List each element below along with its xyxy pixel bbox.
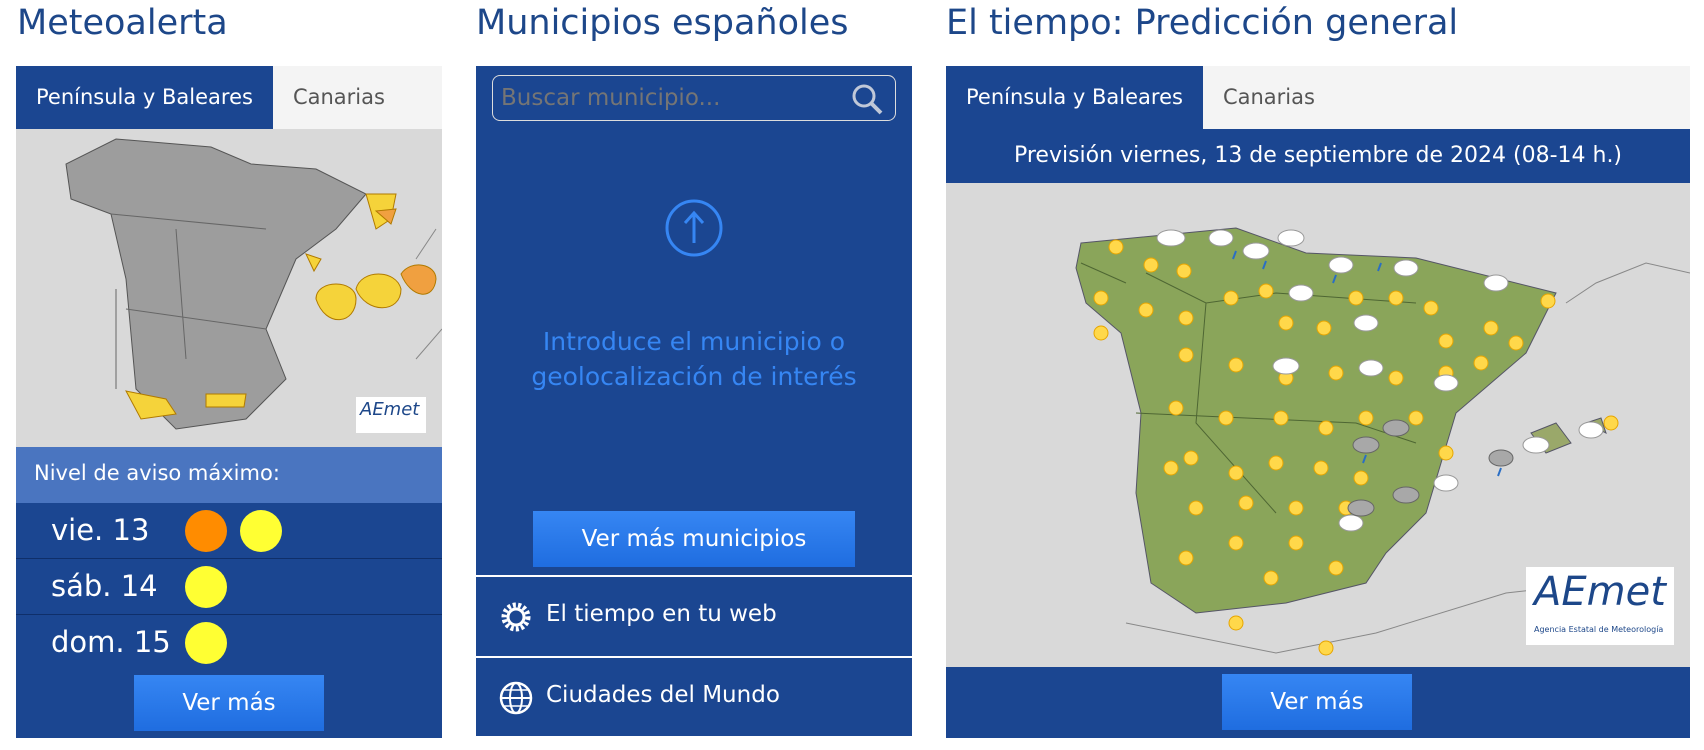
tab-peninsula[interactable]: Península y Baleares [946,66,1203,129]
ver-mas-municipios-button[interactable]: Ver más municipios [533,511,855,567]
yellow-level-icon [185,566,227,608]
link-label: Ciudades del Mundo [546,682,780,708]
nivel-header: Nivel de aviso máximo: [16,447,442,503]
tab-peninsula[interactable]: Península y Baleares [16,66,273,129]
search-icon[interactable] [850,82,884,116]
geolocation-arrow-icon[interactable] [664,198,724,258]
aemet-logo: AEmet [356,397,426,433]
day-label: vie. 13 [51,513,150,547]
aemet-logo: AEmet Agencia Estatal de Meteorología [1526,567,1674,645]
globe-icon [499,681,533,715]
forecast-subtitle: Previsión viernes, 13 de septiembre de 2… [1013,143,1623,168]
yellow-level-icon [240,510,282,552]
prediccion-title: El tiempo: Predicción general [946,3,1459,43]
prompt-line-1: Introduce el municipio o [542,327,846,356]
tab-canarias[interactable]: Canarias [1203,66,1335,129]
tab-canarias[interactable]: Canarias [273,66,405,129]
link-ciudades-del-mundo[interactable]: Ciudades del Mundo [476,658,912,736]
aemet-logo-text: AEmet [1534,569,1666,615]
meteoalerta-panel: Península y Baleares Canarias AEmet Nive… [16,66,442,738]
aemet-logo-subtext: Agencia Estatal de Meteorología [1534,625,1664,634]
search-input[interactable] [499,80,843,116]
day-label: sáb. 14 [51,569,158,603]
warnings-map[interactable]: AEmet [16,129,442,447]
aemet-logo-text: AEmet [360,399,420,420]
meteoalerta-tabs: Península y Baleares Canarias [16,66,442,129]
search-box [492,75,896,121]
meteoalerta-ver-mas-button[interactable]: Ver más [134,675,324,731]
nivel-label: Nivel de aviso máximo: [34,461,280,485]
municipios-title: Municipios españoles [476,3,849,43]
link-label: El tiempo en tu web [546,601,777,627]
forecast-map[interactable]: AEmet Agencia Estatal de Meteorología [946,183,1690,667]
yellow-level-icon [185,622,227,664]
gear-icon [501,602,531,632]
day-row-2: dom. 15 [16,615,442,670]
municipios-panel: Introduce el municipio o geolocalización… [476,66,912,736]
prediccion-tabs: Península y Baleares Canarias [946,66,1690,129]
prediccion-ver-mas-button[interactable]: Ver más [1222,674,1412,730]
municipio-prompt: Introduce el municipio o geolocalización… [476,324,912,394]
link-tiempo-en-tu-web[interactable]: El tiempo en tu web [476,577,912,657]
prompt-line-2: geolocalización de interés [531,362,857,391]
day-row-1: sáb. 14 [16,559,442,614]
day-label: dom. 15 [51,625,171,659]
day-row-0: vie. 13 [16,503,442,558]
meteoalerta-title: Meteoalerta [17,3,228,43]
prediccion-panel: Península y Baleares Canarias Previsión … [946,66,1690,738]
orange-level-icon [185,510,227,552]
